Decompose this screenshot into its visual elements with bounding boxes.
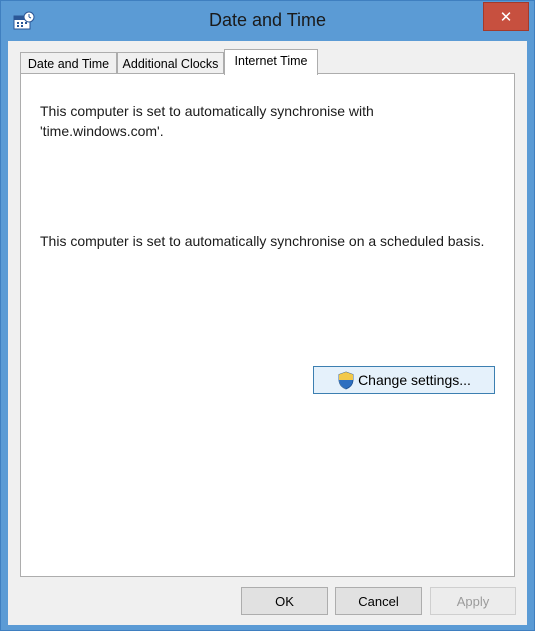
ok-button[interactable]: OK (241, 587, 328, 615)
tab-date-and-time[interactable]: Date and Time (20, 52, 117, 74)
ok-label: OK (275, 593, 294, 609)
uac-shield-icon (337, 371, 355, 390)
dialog-client-area: Date and Time Additional Clocks Internet… (8, 41, 527, 625)
sync-schedule-text: This computer is set to automatically sy… (40, 233, 485, 249)
date-and-time-dialog: Date and Time ✕ Date and Time Additional… (0, 0, 535, 631)
internet-time-panel: This computer is set to automatically sy… (20, 73, 515, 577)
tab-internet-time[interactable]: Internet Time (224, 49, 318, 75)
change-settings-button[interactable]: Change settings... (313, 366, 495, 394)
tab-label: Date and Time (27, 56, 110, 71)
close-button[interactable]: ✕ (483, 2, 529, 31)
cancel-label: Cancel (358, 593, 399, 609)
title-bar[interactable]: Date and Time ✕ (1, 1, 534, 41)
apply-label: Apply (456, 593, 490, 609)
tab-label: Internet Time (234, 54, 308, 68)
tab-additional-clocks[interactable]: Additional Clocks (117, 52, 224, 74)
sync-server-text: This computer is set to automatically sy… (40, 103, 374, 139)
screen: Date and Time ✕ Date and Time Additional… (0, 0, 535, 631)
close-icon: ✕ (499, 7, 513, 26)
window-title: Date and Time (208, 10, 327, 30)
change-settings-label: Change settings... (358, 372, 471, 388)
cancel-button[interactable]: Cancel (335, 587, 422, 615)
tab-label: Additional Clocks (122, 56, 219, 71)
apply-button[interactable]: Apply (430, 587, 516, 615)
